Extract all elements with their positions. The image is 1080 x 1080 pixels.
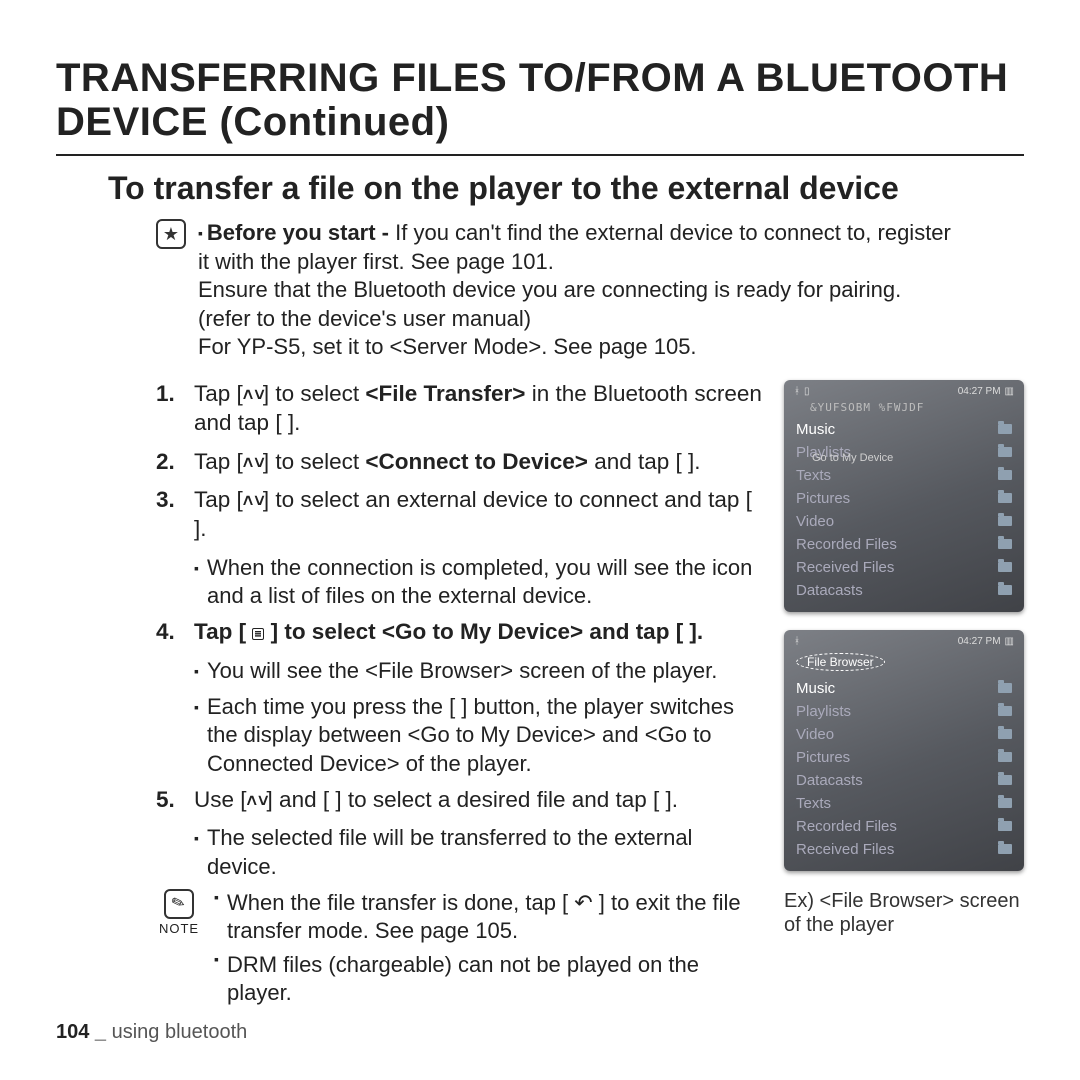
bluetooth-icon: ᚼ <box>794 636 800 647</box>
note-label: NOTE <box>159 921 199 938</box>
folder-icon <box>998 470 1012 480</box>
folder-icon <box>998 752 1012 762</box>
folder-icon <box>998 798 1012 808</box>
star-icon <box>156 219 186 249</box>
folder-icon <box>998 683 1012 693</box>
folder-icon <box>998 424 1012 434</box>
note-icon <box>164 889 194 919</box>
intro-text: ▪ Before you start - If you can't find t… <box>198 219 958 362</box>
folder-icon <box>998 493 1012 503</box>
page-title: TRANSFERRING FILES TO/FROM A BLUETOOTH D… <box>56 56 1024 144</box>
section-heading: To transfer a ﬁle on the player to the e… <box>108 170 1024 207</box>
folder-icon <box>998 775 1012 785</box>
bluetooth-icon: ᚼ <box>794 386 800 397</box>
step4-sub2: Each time you press the [ ] button, the … <box>207 693 768 777</box>
folder-icon <box>998 729 1012 739</box>
step4-sub1: You will see the <File Browser> screen o… <box>207 657 717 685</box>
up-down-icon <box>243 381 263 406</box>
device-screenshot-1: ᚼ▯04:27 PM ▥ &YUFSOBM %FWJDF Music Playl… <box>784 380 1024 612</box>
file-browser-pill: File Browser <box>796 653 885 671</box>
folder-icon <box>998 844 1012 854</box>
folder-icon <box>998 562 1012 572</box>
steps-column: 1. Tap [] to select <File Transfer> in t… <box>156 380 768 1013</box>
up-down-icon <box>247 787 267 812</box>
device-screenshot-2: ᚼ04:27 PM ▥ File Browser Music Playlists… <box>784 630 1024 871</box>
divider <box>56 154 1024 156</box>
folder-icon <box>998 539 1012 549</box>
up-down-icon <box>243 449 263 474</box>
folder-icon <box>998 516 1012 526</box>
folder-icon <box>998 447 1012 457</box>
folder-icon <box>998 821 1012 831</box>
screenshot-caption: Ex) <File Browser> screen of the player <box>784 889 1024 937</box>
folder-icon <box>998 706 1012 716</box>
note-text: ▪When the file transfer is done, tap [ ↶… <box>214 889 768 1014</box>
up-down-icon <box>243 487 263 512</box>
folder-icon <box>998 585 1012 595</box>
step3-sub: When the connection is completed, you wi… <box>207 554 768 610</box>
page-footer: 104 _ using bluetooth <box>56 1021 247 1044</box>
step5-sub: The selected file will be transferred to… <box>207 824 768 880</box>
menu-icon <box>252 628 264 640</box>
